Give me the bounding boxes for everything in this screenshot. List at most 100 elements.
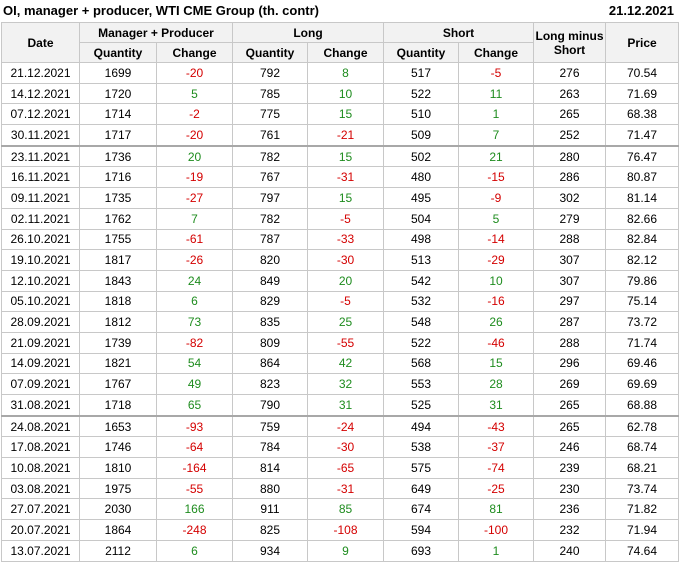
table-row: 09.11.2021 1735 -27 797 15 495 -9 302 81.14 bbox=[1, 187, 680, 209]
price: 81.14 bbox=[605, 187, 680, 209]
table-row: 03.08.2021 1975 -55 880 -31 649 -25 230 73.74 bbox=[1, 477, 680, 500]
row-date: 02.11.2021 bbox=[1, 207, 80, 230]
long-minus-short: 246 bbox=[533, 436, 607, 459]
long-minus-short: 280 bbox=[533, 144, 607, 168]
header-long-minus-short: Long minus Short bbox=[533, 22, 607, 63]
short-quantity: 494 bbox=[383, 414, 460, 438]
mp-change: 65 bbox=[156, 393, 233, 417]
short-change: -14 bbox=[458, 228, 535, 251]
short-quantity: 509 bbox=[383, 124, 460, 147]
long-minus-short: 276 bbox=[533, 62, 607, 84]
row-date: 09.11.2021 bbox=[1, 187, 80, 209]
header-short-quantity: Quantity bbox=[383, 42, 460, 63]
short-quantity: 495 bbox=[383, 187, 460, 209]
table-row: 28.09.2021 1812 73 835 25 548 26 287 73.72 bbox=[1, 311, 680, 333]
table-row: 05.10.2021 1818 6 829 -5 532 -16 297 75.14 bbox=[1, 290, 680, 313]
mp-change: -64 bbox=[156, 436, 233, 459]
long-quantity: 787 bbox=[232, 228, 308, 251]
report-title: OI, manager + producer, WTI CME Group (t… bbox=[3, 3, 319, 18]
price: 82.84 bbox=[605, 228, 680, 251]
long-minus-short: 307 bbox=[533, 269, 607, 292]
header-long-change: Change bbox=[306, 42, 385, 63]
mp-quantity: 1720 bbox=[79, 82, 157, 105]
long-minus-short: 297 bbox=[533, 290, 607, 313]
row-date: 14.09.2021 bbox=[1, 352, 80, 375]
short-change: -100 bbox=[458, 519, 535, 541]
long-change: -5 bbox=[306, 207, 385, 230]
table-row: 02.11.2021 1762 7 782 -5 504 5 279 82.66 bbox=[1, 207, 680, 230]
mp-change: -55 bbox=[156, 477, 233, 500]
long-minus-short: 265 bbox=[533, 393, 607, 417]
long-change: -65 bbox=[306, 457, 385, 479]
long-minus-short: 287 bbox=[533, 311, 607, 333]
price: 80.87 bbox=[605, 166, 680, 189]
mp-quantity: 1821 bbox=[79, 352, 157, 375]
header-short: Short bbox=[383, 22, 535, 43]
long-change: 15 bbox=[306, 187, 385, 209]
long-quantity: 797 bbox=[232, 187, 308, 209]
long-change: -24 bbox=[306, 414, 385, 438]
row-date: 24.08.2021 bbox=[1, 414, 80, 438]
row-date: 28.09.2021 bbox=[1, 311, 80, 333]
table-row: 24.08.2021 1653 -93 759 -24 494 -43 265 62.78 bbox=[1, 414, 680, 438]
long-quantity: 814 bbox=[232, 457, 308, 479]
short-change: 1 bbox=[458, 539, 535, 562]
short-quantity: 553 bbox=[383, 373, 460, 395]
price: 68.21 bbox=[605, 457, 680, 479]
short-quantity: 594 bbox=[383, 519, 460, 541]
table-row: 10.08.2021 1810 -164 814 -65 575 -74 239 68.21 bbox=[1, 457, 680, 479]
row-date: 14.12.2021 bbox=[1, 82, 80, 105]
long-quantity: 790 bbox=[232, 393, 308, 417]
long-change: -55 bbox=[306, 331, 385, 354]
mp-quantity: 1755 bbox=[79, 228, 157, 251]
long-minus-short: 286 bbox=[533, 166, 607, 189]
mp-change: 54 bbox=[156, 352, 233, 375]
long-minus-short: 279 bbox=[533, 207, 607, 230]
header-date: Date bbox=[1, 22, 80, 63]
price: 79.86 bbox=[605, 269, 680, 292]
price: 75.14 bbox=[605, 290, 680, 313]
table-row: 19.10.2021 1817 -26 820 -30 513 -29 307 82.12 bbox=[1, 249, 680, 271]
mp-quantity: 1762 bbox=[79, 207, 157, 230]
price: 73.72 bbox=[605, 311, 680, 333]
long-minus-short: 240 bbox=[533, 539, 607, 562]
long-quantity: 880 bbox=[232, 477, 308, 500]
price: 71.47 bbox=[605, 124, 680, 147]
header-long: Long bbox=[231, 22, 385, 43]
long-minus-short: 302 bbox=[533, 187, 607, 209]
short-quantity: 674 bbox=[383, 498, 460, 521]
short-change: -29 bbox=[458, 249, 535, 271]
price: 73.74 bbox=[605, 477, 680, 500]
mp-quantity: 1818 bbox=[79, 290, 157, 313]
short-quantity: 538 bbox=[383, 436, 460, 459]
header-short-change: Change bbox=[458, 42, 535, 63]
short-change: -25 bbox=[458, 477, 535, 500]
mp-change: 20 bbox=[156, 144, 233, 168]
long-quantity: 782 bbox=[232, 144, 308, 168]
price: 68.74 bbox=[605, 436, 680, 459]
header-long-quantity: Quantity bbox=[232, 42, 308, 63]
long-quantity: 782 bbox=[232, 207, 308, 230]
mp-change: -27 bbox=[156, 187, 233, 209]
mp-change: 5 bbox=[156, 82, 233, 105]
long-quantity: 784 bbox=[232, 436, 308, 459]
short-quantity: 517 bbox=[383, 62, 460, 84]
table-row: 21.12.2021 1699 -20 792 8 517 -5 276 70.54 bbox=[1, 62, 680, 84]
short-quantity: 693 bbox=[383, 539, 460, 562]
mp-quantity: 1810 bbox=[79, 457, 157, 479]
short-change: 81 bbox=[458, 498, 535, 521]
header-mp-quantity: Quantity bbox=[79, 42, 157, 63]
long-change: 15 bbox=[306, 103, 385, 126]
long-minus-short: 265 bbox=[533, 103, 607, 126]
short-quantity: 542 bbox=[383, 269, 460, 292]
long-change: -30 bbox=[306, 249, 385, 271]
short-quantity: 480 bbox=[383, 166, 460, 189]
row-date: 23.11.2021 bbox=[1, 144, 80, 168]
title-bar: OI, manager + producer, WTI CME Group (t… bbox=[0, 0, 680, 22]
long-minus-short: 307 bbox=[533, 249, 607, 271]
row-date: 03.08.2021 bbox=[1, 477, 80, 500]
table-row: 17.08.2021 1746 -64 784 -30 538 -37 246 68.74 bbox=[1, 436, 680, 459]
long-change: -31 bbox=[306, 166, 385, 189]
long-change: -30 bbox=[306, 436, 385, 459]
mp-change: -26 bbox=[156, 249, 233, 271]
